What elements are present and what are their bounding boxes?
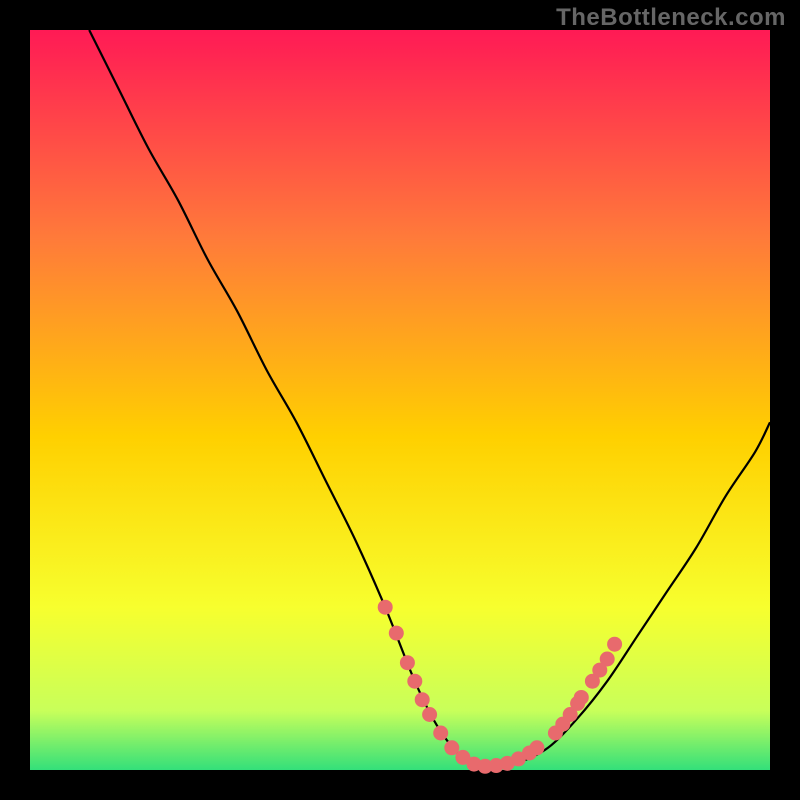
marker-dot xyxy=(433,726,448,741)
gradient-background xyxy=(30,30,770,770)
marker-dot xyxy=(407,674,422,689)
marker-dot xyxy=(415,692,430,707)
bottleneck-chart xyxy=(0,0,800,800)
marker-dot xyxy=(422,707,437,722)
marker-dot xyxy=(529,740,544,755)
marker-dot xyxy=(400,655,415,670)
marker-dot xyxy=(378,600,393,615)
marker-dot xyxy=(574,690,589,705)
marker-dot xyxy=(607,637,622,652)
watermark-text: TheBottleneck.com xyxy=(556,4,786,32)
marker-dot xyxy=(600,652,615,667)
marker-dot xyxy=(389,626,404,641)
chart-frame: { "watermark": "TheBottleneck.com", "plo… xyxy=(0,0,800,800)
